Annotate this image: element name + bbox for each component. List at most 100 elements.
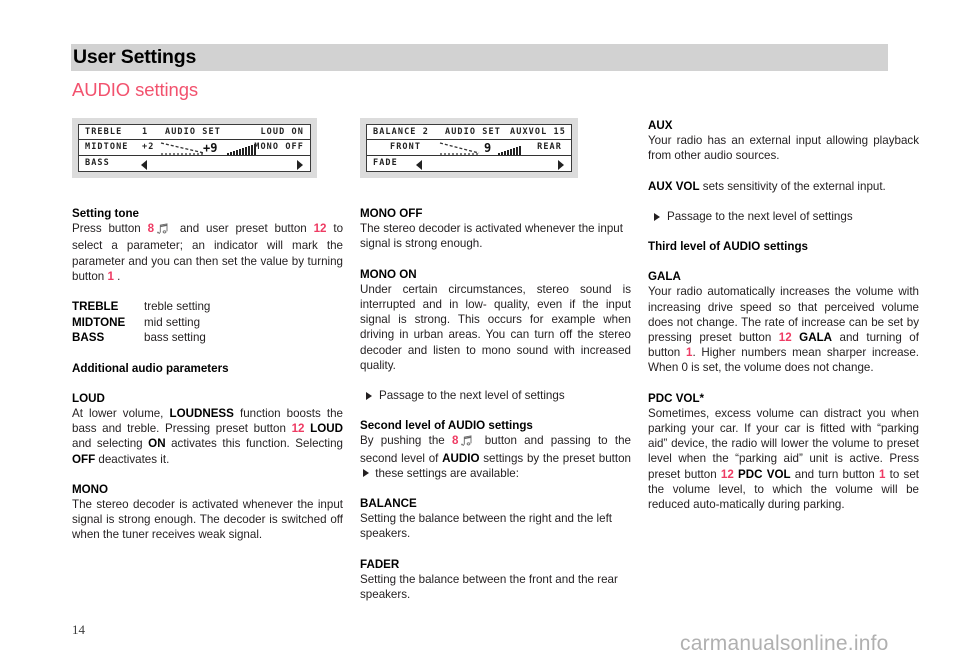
heading-balance: BALANCE (360, 497, 417, 511)
lcd2-mode-label: AUDIO SET (445, 127, 501, 138)
lcd2-fade-label: FADE (373, 158, 398, 169)
lcd1-loud-status: LOUD ON (260, 127, 304, 138)
lcd1-row-1: TREBLE 1 AUDIO SET LOUD ON (79, 125, 310, 141)
audio-set-tone-display: TREBLE 1 AUDIO SET LOUD ON MIDTONE +2 +9… (72, 118, 317, 178)
triangle-right-icon (363, 468, 369, 477)
button-number-12: 12 (778, 331, 792, 345)
lcd1-mode-label: AUDIO SET (165, 127, 221, 138)
desc-midtone: mid setting (144, 315, 201, 329)
tone-parameter-list: TREBLE treble setting MIDTONE mid settin… (72, 299, 343, 346)
list-item: BASS bass setting (72, 330, 343, 346)
lcd1-mono-status: MONO OFF (254, 142, 304, 153)
lcd1-next-arrow-icon (297, 159, 303, 170)
text-frag: deactivates it. (95, 452, 170, 466)
paragraph-loud: At lower volume, LOUDNESS function boost… (72, 406, 343, 467)
lcd1-treble-label: TREBLE (85, 127, 123, 138)
lcd2-level-value: 9 (484, 141, 492, 156)
paragraph-aux-vol: AUX VOL sets sensitivity of the external… (648, 179, 919, 194)
term-on: ON (148, 437, 166, 451)
heading-setting-tone: Setting tone (72, 207, 139, 220)
paragraph-setting-tone: Press button 8 and user preset button 12… (72, 221, 343, 284)
heading-loud: LOUD (72, 391, 105, 405)
lcd1-bass-label: BASS (85, 158, 110, 169)
term-gala: GALA (799, 331, 833, 345)
lcd2-row-2: FRONT 9 REAR (367, 140, 571, 156)
lcd2-level-bargraph (498, 143, 521, 156)
lcd2-row-3: FADE (367, 156, 571, 171)
paragraph-mono-off: The stereo decoder is activated whenever… (360, 222, 623, 251)
note-text: Passage to the next level of settings (379, 389, 565, 403)
text-frag: Press button (72, 222, 148, 236)
lcd2-prev-arrow-icon (416, 159, 422, 170)
text-frag: sets sensitivity of the external input. (699, 179, 886, 193)
triangle-right-icon (654, 212, 660, 221)
note-text: Passage to the next level of settings (667, 209, 853, 223)
content-column-1: Setting tone Press button 8 and user pre… (72, 206, 343, 543)
heading-additional-audio-parameters: Additional audio parameters (72, 361, 229, 375)
button-number-8: 8 (452, 434, 459, 448)
lcd2-balance-label: BALANCE 2 (373, 127, 429, 138)
note-passage-next-level: Passage to the next level of settings (360, 388, 631, 403)
paragraph-balance: Setting the balance between the right an… (360, 512, 613, 541)
paragraph-mono-on: Under certain circumstances, stereo soun… (360, 282, 631, 372)
heading-pdc-vol: PDC VOL* (648, 391, 705, 405)
paragraph-pdc-vol: Sometimes, excess volume can distract yo… (648, 406, 919, 512)
text-frag: and turn button (790, 467, 879, 481)
heading-gala: GALA (648, 270, 681, 284)
heading-mono: MONO (72, 482, 109, 496)
paragraph-second-level: By pushing the 8 button and passing to t… (360, 433, 631, 481)
note-passage-next-level: Passage to the next level of settings (648, 209, 919, 224)
heading-mono-off: MONO OFF (360, 207, 423, 220)
page-number: 14 (72, 622, 85, 637)
paragraph-gala: Your radio automatically increases the v… (648, 284, 919, 375)
term-treble: TREBLE (72, 300, 119, 314)
term-loud: LOUD (310, 422, 343, 436)
desc-bass: bass setting (144, 331, 206, 345)
button-number-12: 12 (720, 467, 734, 481)
lcd2-rear-label: REAR (537, 142, 562, 153)
page-subtitle: AUDIO settings (72, 79, 199, 100)
text-frag: and user preset button (173, 222, 314, 236)
heading-second-level-audio: Second level of AUDIO settings (360, 419, 533, 433)
text-frag: these settings are available: (372, 466, 519, 480)
content-column-2: MONO OFF The stereo decoder is activated… (360, 206, 631, 602)
lcd1-midtone-label: MIDTONE (85, 142, 129, 153)
term-loudness: LOUDNESS (169, 406, 234, 420)
heading-mono-on: MONO ON (360, 267, 417, 281)
lcd1-prev-arrow-icon (141, 159, 147, 170)
button-number-12: 12 (291, 422, 305, 436)
text-frag: At lower volume, (72, 406, 170, 420)
text-frag: By pushing the (360, 434, 452, 448)
lcd1-level-value: +9 (203, 141, 218, 156)
list-item: MIDTONE mid setting (72, 315, 343, 331)
desc-treble: treble setting (144, 300, 211, 314)
term-pdc-vol: PDC VOL (738, 467, 791, 481)
lcd2-auxvol-value: AUXVOL 15 (510, 127, 566, 138)
manual-page: User Settings AUDIO settings TREBLE 1 AU… (0, 0, 960, 672)
lcd1-midtone-value: +2 (142, 142, 155, 153)
lcd-screen-2: BALANCE 2 AUDIO SET AUXVOL 15 FRONT 9 RE… (366, 124, 572, 172)
lcd1-level-bargraph (227, 143, 256, 156)
paragraph-fader: Setting the balance between the front an… (360, 572, 618, 602)
paragraph-aux: Your radio has an external input allowin… (648, 134, 919, 163)
term-off: OFF (72, 452, 96, 466)
audio-set-balance-display: BALANCE 2 AUDIO SET AUXVOL 15 FRONT 9 RE… (360, 118, 578, 178)
music-note-icon (460, 435, 474, 450)
heading-fader: FADER (360, 557, 400, 571)
lcd1-treble-value: 1 (142, 127, 149, 138)
lcd1-row-3: BASS (79, 156, 310, 171)
text-frag: . (113, 269, 121, 283)
